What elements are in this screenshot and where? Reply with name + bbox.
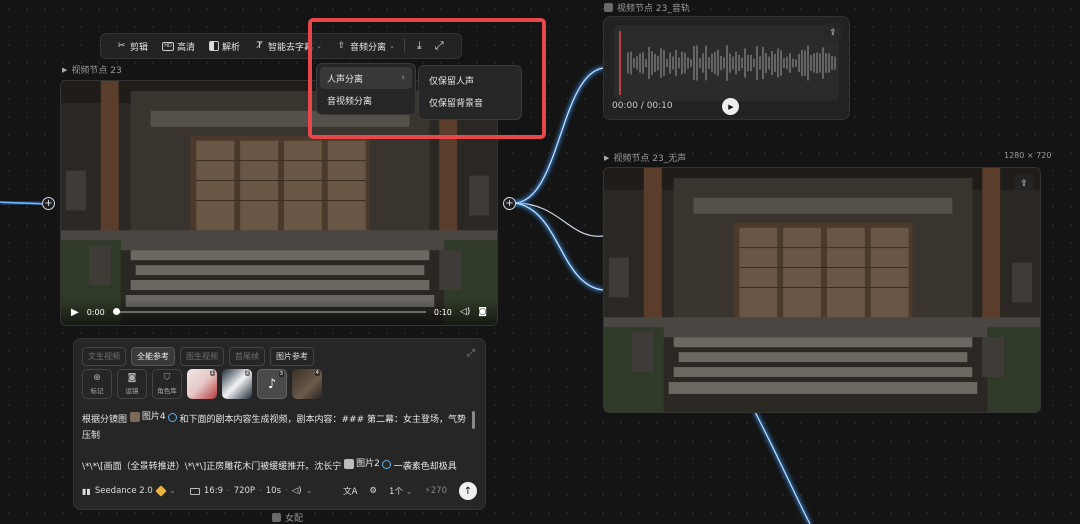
image-chip[interactable]: 图片4 <box>129 409 177 425</box>
send-button[interactable]: ↑ <box>459 482 477 500</box>
right-video-player[interactable]: ⇪ <box>603 167 1041 413</box>
mark-icon: ⊕ <box>93 373 101 383</box>
audio-node-icon <box>604 3 613 12</box>
upload-icon: ⇪ <box>829 28 837 38</box>
image-thumb-icon <box>129 412 140 422</box>
progress-knob[interactable] <box>112 308 120 315</box>
bottom-node-label: 女配 <box>272 511 303 524</box>
waveform <box>614 25 839 101</box>
image-chip[interactable]: 图片2 <box>344 456 391 472</box>
add-output-icon[interactable]: + <box>503 197 516 210</box>
waveform-graphic <box>619 31 836 95</box>
left-video-controls: ▶ 0:00 0:10 ◁) ◙ <box>61 299 497 325</box>
count-selector[interactable]: 1个 ⌄ <box>389 485 413 497</box>
hd-icon: HD <box>162 41 175 51</box>
expand-panel-icon[interactable]: ⤢ <box>467 348 475 359</box>
hd-button[interactable]: HD 高清 <box>155 34 202 58</box>
camera-move-icon: ◙ <box>127 373 137 383</box>
split-icon <box>209 41 220 51</box>
output-settings[interactable]: 16:9 · 720P · 10s · ◁) ⌄ <box>189 486 313 496</box>
reference-thumb-4[interactable]: 4 <box>292 369 322 399</box>
audio-node-label: 视频节点 23_音轨 <box>604 1 690 14</box>
credits: ⚡270 <box>424 486 447 496</box>
reference-thumb-1[interactable]: 1 <box>187 369 217 399</box>
bar-chart-icon: ▮▮ <box>82 486 91 496</box>
vip-icon <box>155 485 167 497</box>
audio-time: 00:00 / 00:10 <box>612 101 673 111</box>
tab-text-to-video[interactable]: 文生视频 <box>82 347 126 366</box>
translate-icon[interactable]: 文A <box>343 485 357 497</box>
audio-node[interactable]: ⇪ 00:00 / 00:10 ▶ <box>603 16 850 120</box>
reference-tools: ⊕ 标记 ◙ 运镜 ⛉ 角色库 1 2 ♪ 3 4 <box>82 369 322 399</box>
image-thumb-icon <box>344 459 355 469</box>
prompt-scrollbar[interactable] <box>472 411 475 429</box>
prompt-text[interactable]: 根据分镜图 图片4 和下面的剧本内容生成视频，剧本内容：### 第二幕：女主登场… <box>82 409 474 475</box>
resolution-label: 1280 × 720 <box>1004 151 1052 160</box>
tab-image-reference[interactable]: 图片参考 <box>270 347 314 366</box>
music-note-icon: ♪ <box>267 376 277 392</box>
character-library-button[interactable]: ⛉ 角色库 <box>152 369 182 399</box>
highlight-box <box>308 18 546 139</box>
tab-first-last-frame[interactable]: 首尾帧 <box>229 347 265 366</box>
audio-play-button[interactable]: ▶ <box>722 98 739 115</box>
mark-tool-button[interactable]: ⊕ 标记 <box>82 369 112 399</box>
mode-tabs: 文生视频 全能参考 图生视频 首尾帧 图片参考 <box>82 347 314 366</box>
audio-export-button[interactable]: ⇪ <box>823 23 843 43</box>
check-icon <box>167 412 177 422</box>
tab-image-to-video[interactable]: 图生视频 <box>180 347 224 366</box>
generation-settings: ▮▮ Seedance 2.0 ⌄ 16:9 · 720P · 10s · ◁) ⌄ … <box>82 481 477 501</box>
left-video-label: ▶ 视频节点 23 <box>62 65 122 77</box>
progress-bar[interactable] <box>112 308 426 315</box>
video-export-button[interactable]: ⇪ <box>1014 174 1034 194</box>
volume-icon[interactable]: ◁) <box>460 307 470 317</box>
time-end: 0:10 <box>433 307 452 317</box>
camera-move-button[interactable]: ◙ 运镜 <box>117 369 147 399</box>
chevron-down-icon: ⌄ <box>305 486 313 496</box>
add-input-icon[interactable]: + <box>42 197 55 210</box>
tab-omni-reference[interactable]: 全能参考 <box>131 347 175 366</box>
play-icon[interactable]: ▶ <box>71 307 79 318</box>
chevron-down-icon: ⌄ <box>168 486 176 496</box>
temple-scene-image <box>604 168 1040 412</box>
shield-icon: ⛉ <box>163 373 171 383</box>
analyze-button[interactable]: 解析 <box>202 34 247 58</box>
arrow-up-icon: ↑ <box>463 485 473 497</box>
scissors-icon: ✂ <box>117 41 126 51</box>
volume-icon: ◁) <box>291 486 302 496</box>
reference-thumb-2[interactable]: 2 <box>222 369 252 399</box>
upload-icon: ⇪ <box>1020 179 1028 189</box>
time-start: 0:00 <box>86 307 105 317</box>
model-selector[interactable]: ▮▮ Seedance 2.0 ⌄ <box>82 485 176 497</box>
reference-thumb-3[interactable]: ♪ 3 <box>257 369 287 399</box>
camera-icon[interactable]: ◙ <box>478 307 487 317</box>
prompt-panel: 文生视频 全能参考 图生视频 首尾帧 图片参考 ⤢ ⊕ 标记 ◙ 运镜 ⛉ 角色库 1… <box>73 338 486 510</box>
settings-icon[interactable]: ⚙ <box>369 486 377 496</box>
clip-button[interactable]: ✂ 剪辑 <box>109 34 155 58</box>
aspect-ratio-icon <box>189 487 200 495</box>
check-icon <box>381 459 391 469</box>
right-video-label: ▶ 视频节点 23_无声 <box>604 153 687 165</box>
play-icon: ▶ <box>728 102 734 111</box>
remove-text-icon: Ⱦ <box>256 41 263 51</box>
